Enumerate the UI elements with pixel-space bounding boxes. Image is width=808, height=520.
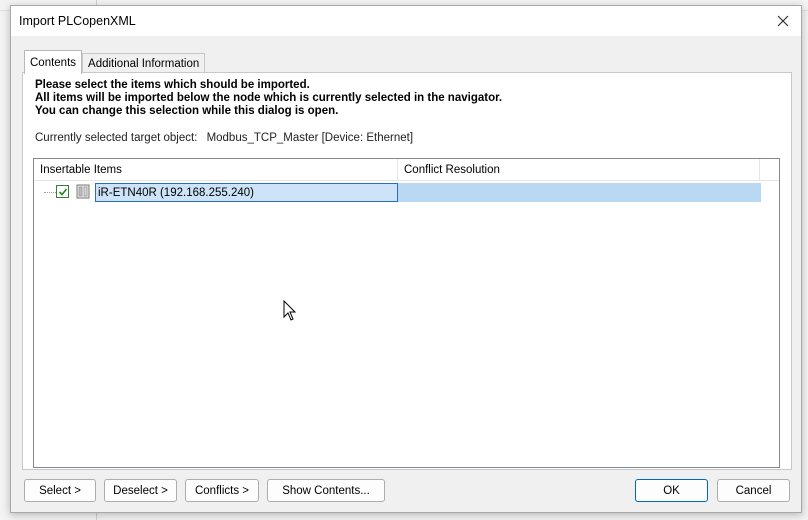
- ok-button[interactable]: OK: [635, 479, 708, 502]
- target-object-value: Modbus_TCP_Master [Device: Ethernet]: [206, 132, 414, 144]
- table-row[interactable]: iR-ETN40R (192.168.255.240): [34, 183, 761, 202]
- tab-strip: Contents Additional Information: [24, 50, 206, 74]
- dialog-title: Import PLCopenXML: [19, 14, 136, 28]
- conflicts-button[interactable]: Conflicts >: [185, 479, 259, 502]
- target-object-label: Currently selected target object:: [35, 132, 198, 144]
- close-button[interactable]: [769, 8, 797, 34]
- grid-header: Insertable Items Conflict Resolution: [34, 159, 779, 181]
- instruction-line: All items will be imported below the nod…: [35, 92, 503, 104]
- instruction-line: Please select the items which should be …: [35, 79, 310, 91]
- import-dialog: Import PLCopenXML Contents Additional In…: [10, 5, 802, 513]
- column-header-insertable-items[interactable]: Insertable Items: [34, 159, 398, 181]
- instruction-line: You can change this selection while this…: [35, 105, 339, 117]
- conflict-resolution-cell[interactable]: [398, 183, 761, 202]
- tab-contents[interactable]: Contents: [24, 50, 83, 74]
- tab-additional-information[interactable]: Additional Information: [82, 53, 206, 74]
- column-header-conflict-resolution[interactable]: Conflict Resolution: [398, 159, 760, 181]
- mouse-cursor-icon: [283, 300, 297, 321]
- tree-connector: [44, 192, 56, 193]
- contents-panel: Please select the items which should be …: [22, 72, 792, 470]
- dialog-titlebar[interactable]: Import PLCopenXML: [11, 6, 801, 36]
- close-icon: [777, 15, 789, 27]
- cancel-button[interactable]: Cancel: [717, 479, 790, 502]
- insertable-items-grid[interactable]: Insertable Items Conflict Resolution iR-…: [33, 158, 780, 468]
- checkmark-icon: [58, 187, 67, 196]
- item-name-cell[interactable]: iR-ETN40R (192.168.255.240): [95, 183, 398, 202]
- deselect-button[interactable]: Deselect >: [104, 479, 177, 502]
- show-contents-button[interactable]: Show Contents...: [267, 479, 385, 502]
- target-object-row: Currently selected target object: Modbus…: [35, 132, 413, 144]
- device-icon: [76, 184, 90, 199]
- select-button[interactable]: Select >: [24, 479, 96, 502]
- instructions: Please select the items which should be …: [35, 79, 502, 118]
- item-checkbox[interactable]: [56, 185, 69, 198]
